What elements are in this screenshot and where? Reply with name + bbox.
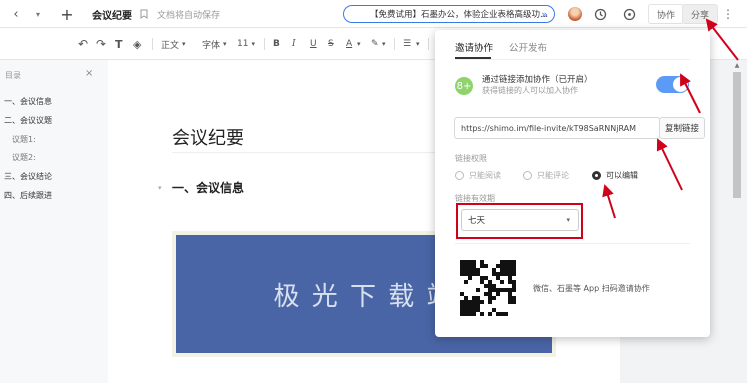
invite-toggle[interactable] bbox=[656, 76, 689, 93]
toolbar-divider bbox=[152, 38, 153, 50]
style-label: 正文 bbox=[161, 40, 180, 51]
chevron-left-icon: ‹ bbox=[13, 6, 19, 22]
redo-icon[interactable]: ↷ bbox=[96, 28, 106, 60]
back-button[interactable]: ‹ bbox=[6, 0, 26, 28]
avatar[interactable] bbox=[568, 0, 582, 28]
image-text: 极 光 下 载 站 bbox=[273, 281, 455, 312]
nav-dropdown-button[interactable]: ▾ bbox=[28, 0, 48, 28]
permission-comment-label: 只能评论 bbox=[537, 171, 569, 180]
outline-item-5[interactable]: 三、会议结论 bbox=[4, 171, 52, 182]
collab-button[interactable]: 协作 bbox=[648, 4, 684, 24]
invite-link-input[interactable]: https://shimo.im/file-invite/kT98SaRNNjR… bbox=[454, 117, 660, 139]
permission-read-label: 只能阅读 bbox=[469, 171, 501, 180]
more-icon[interactable]: ⋮ bbox=[722, 0, 734, 28]
format-painter-icon[interactable]: T bbox=[115, 28, 123, 60]
permission-read-only[interactable]: 只能阅读 bbox=[455, 170, 501, 181]
strikethrough-icon[interactable]: S bbox=[328, 28, 334, 60]
chevron-down-icon: ▾ bbox=[182, 40, 186, 48]
permission-comment[interactable]: 只能评论 bbox=[523, 170, 569, 181]
toolbar-divider bbox=[264, 38, 265, 50]
outline-item-2[interactable]: 二、会议议题 bbox=[4, 115, 52, 126]
new-doc-button[interactable]: + bbox=[56, 0, 78, 28]
radio-comment bbox=[523, 171, 532, 180]
plus-icon: + bbox=[60, 4, 74, 24]
toolbar-divider bbox=[394, 38, 395, 50]
history-icon[interactable] bbox=[592, 0, 608, 28]
font-label: 字体 bbox=[202, 40, 221, 51]
outline-item-4[interactable]: 议题2: bbox=[12, 152, 36, 163]
outline-item-1[interactable]: 一、会议信息 bbox=[4, 96, 52, 107]
promo-arrow-icon: » bbox=[541, 7, 548, 21]
scroll-up-icon[interactable]: ▲ bbox=[733, 62, 741, 69]
share-button[interactable]: 分享 bbox=[682, 4, 718, 24]
radio-edit-selected bbox=[592, 171, 601, 180]
chevron-down-icon[interactable]: ▾ bbox=[416, 28, 420, 60]
copy-link-button[interactable]: 复制链接 bbox=[659, 117, 705, 139]
toggle-knob bbox=[673, 77, 688, 92]
permission-edit-label: 可以编辑 bbox=[606, 171, 638, 180]
promo-banner[interactable]: 【免费试用】石墨办公，体验企业表格高级功... » bbox=[343, 5, 555, 23]
tabs-divider bbox=[455, 59, 690, 60]
chevron-down-icon[interactable]: ▾ bbox=[357, 28, 361, 60]
promo-banner-text: 【免费试用】石墨办公，体验企业表格高级功... bbox=[370, 10, 549, 20]
scrollbar[interactable]: ▲ bbox=[733, 62, 741, 383]
qr-divider bbox=[455, 243, 690, 244]
chevron-down-icon: ▾ bbox=[35, 9, 40, 19]
qr-caption: 微信、石墨等 App 扫码邀请协作 bbox=[533, 284, 650, 293]
invite-avatar-icon: 8+ bbox=[455, 77, 473, 95]
top-bar: ‹ ▾ + 会议纪要 文档将自动保存 【免费试用】石墨办公，体验企业表格高级功.… bbox=[0, 0, 747, 28]
collapse-icon[interactable]: ▾ bbox=[158, 184, 162, 192]
scrollbar-thumb[interactable] bbox=[733, 72, 741, 198]
underline-icon[interactable]: U bbox=[310, 28, 317, 60]
style-select[interactable]: 正文 ▾ bbox=[161, 28, 186, 60]
expiry-highlight bbox=[456, 203, 583, 239]
list-icon[interactable]: ☰ bbox=[403, 28, 411, 60]
save-status: 文档将自动保存 bbox=[157, 10, 221, 21]
chevron-down-icon[interactable]: ▾ bbox=[382, 28, 386, 60]
undo-icon[interactable]: ↶ bbox=[78, 28, 88, 60]
outline-sidebar: 目录 × 一、会议信息 二、会议议题 议题1: 议题2: 三、会议结论 四、后续… bbox=[0, 60, 108, 383]
chevron-down-icon: ▾ bbox=[223, 40, 227, 48]
highlight-icon[interactable]: ✎ bbox=[371, 28, 379, 60]
doc-title[interactable]: 会议纪要 bbox=[92, 0, 132, 28]
close-icon[interactable]: × bbox=[85, 68, 93, 79]
invite-subtitle: 获得链接的人可以加入协作 bbox=[482, 86, 578, 95]
invite-link-value: https://shimo.im/file-invite/kT98SaRNNjR… bbox=[461, 123, 637, 133]
outline-item-3[interactable]: 议题1: bbox=[12, 134, 36, 145]
bookmark-icon[interactable] bbox=[138, 0, 150, 28]
qr-code-icon bbox=[460, 260, 516, 319]
section-heading[interactable]: 一、会议信息 bbox=[172, 179, 244, 196]
size-select[interactable]: 11 ▾ bbox=[237, 28, 255, 60]
size-label: 11 bbox=[237, 39, 249, 49]
outline-title: 目录 bbox=[5, 71, 21, 80]
text-color-icon[interactable]: A bbox=[346, 28, 352, 60]
font-select[interactable]: 字体 ▾ bbox=[202, 28, 227, 60]
permission-edit[interactable]: 可以编辑 bbox=[592, 170, 638, 181]
italic-icon[interactable]: I bbox=[292, 28, 296, 60]
toolbar-divider bbox=[428, 38, 429, 50]
share-popup: 邀请协作 公开发布 8+ 通过链接添加协作（已开启） 获得链接的人可以加入协作 … bbox=[435, 30, 710, 337]
tab-publish[interactable]: 公开发布 bbox=[509, 40, 547, 54]
radio-read bbox=[455, 171, 464, 180]
tab-invite[interactable]: 邀请协作 bbox=[455, 40, 493, 54]
invite-title: 通过链接添加协作（已开启） bbox=[482, 75, 593, 85]
outline-item-6[interactable]: 四、后续跟进 bbox=[4, 190, 52, 201]
permission-label: 链接权限 bbox=[455, 154, 487, 163]
clock-icon[interactable] bbox=[621, 0, 637, 28]
clear-format-icon[interactable]: ◈ bbox=[133, 28, 141, 60]
bold-icon[interactable]: B bbox=[273, 28, 280, 60]
chevron-down-icon: ▾ bbox=[251, 40, 255, 48]
doc-heading[interactable]: 会议纪要 bbox=[172, 124, 244, 150]
